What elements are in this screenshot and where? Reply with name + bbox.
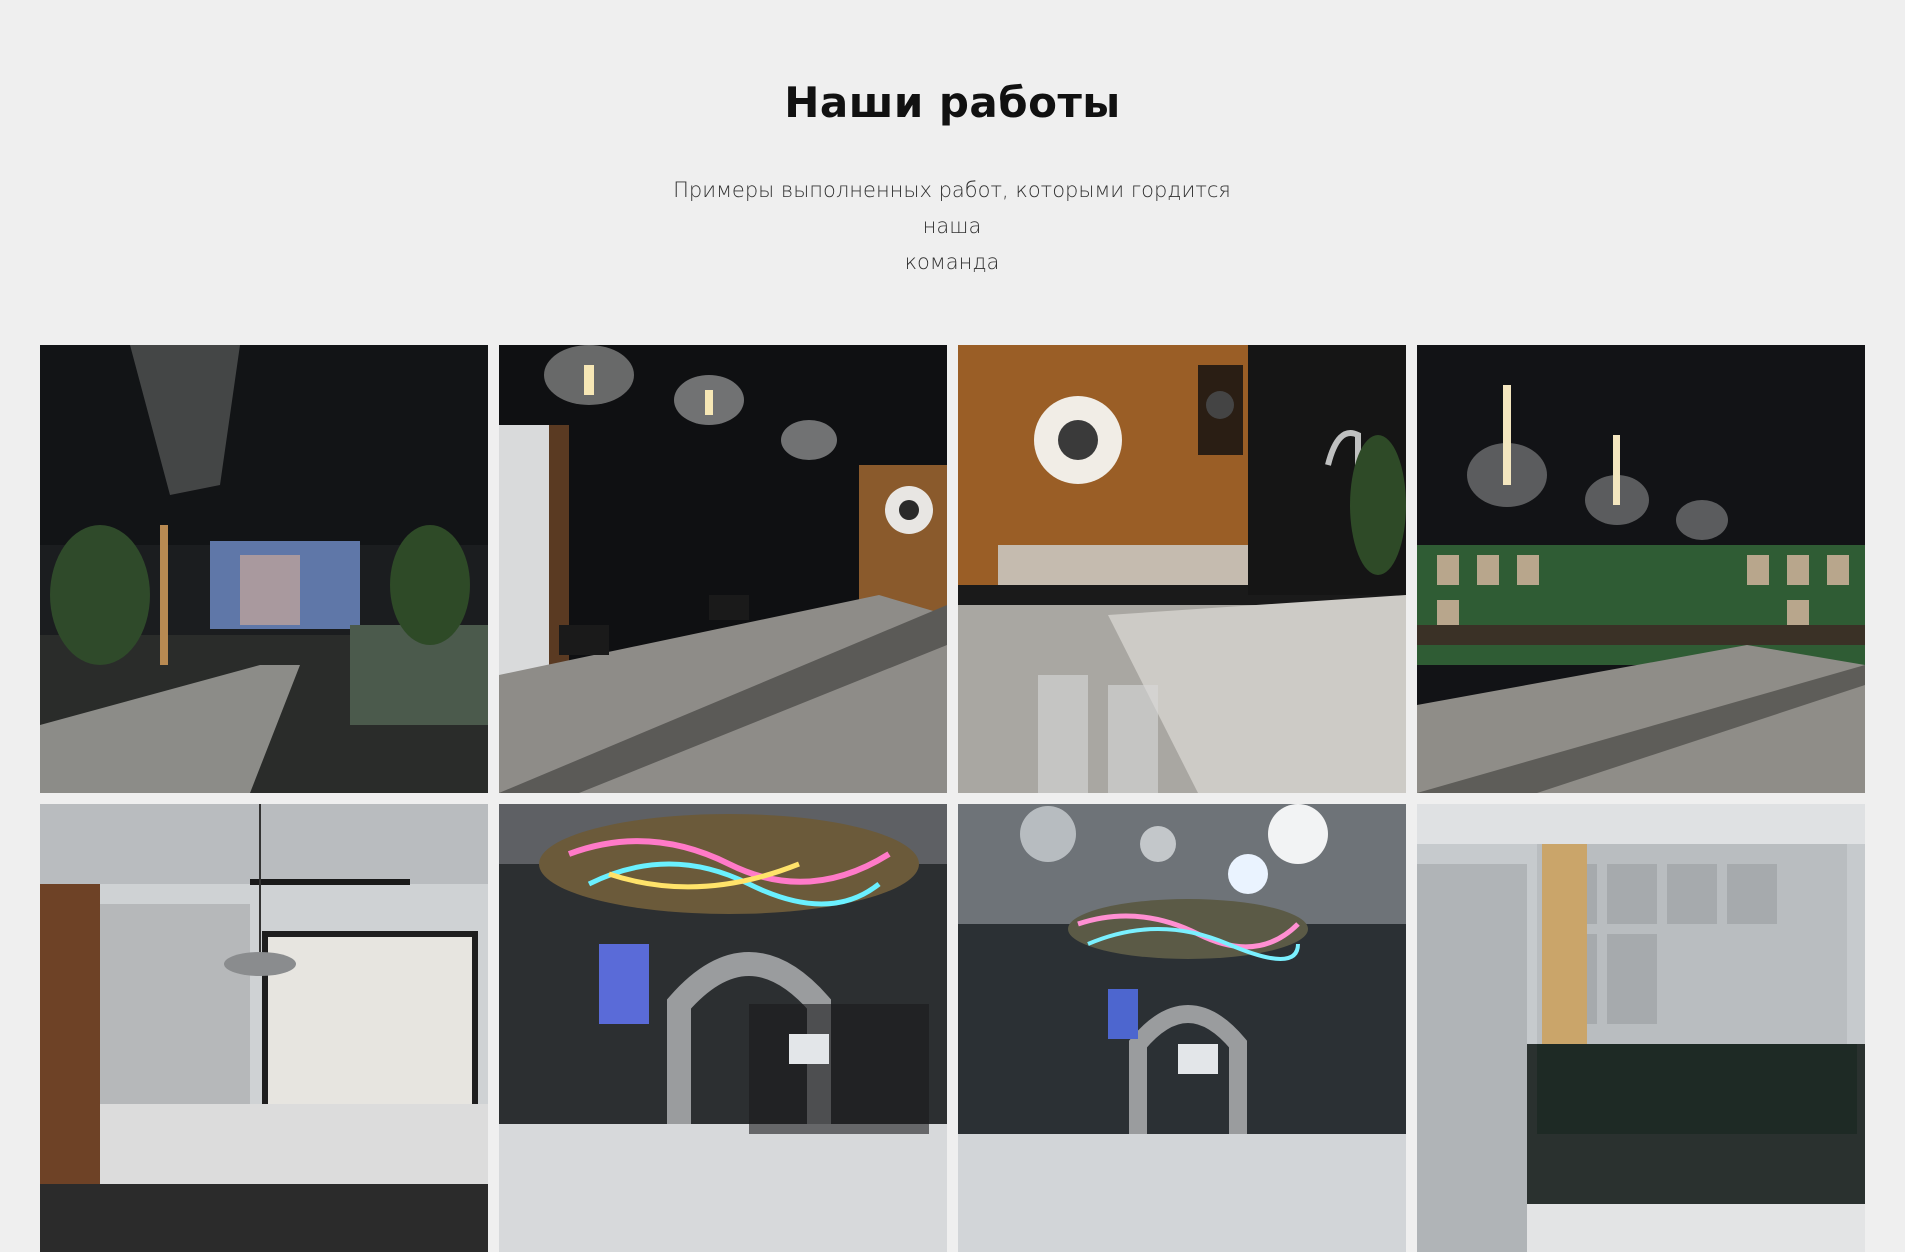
section-title: Наши работы — [784, 78, 1121, 127]
gallery-item-green-shelves[interactable] — [1417, 345, 1865, 793]
gallery-item-dark-tile-kitchen[interactable] — [1417, 804, 1865, 1252]
subtitle-line-1: Примеры выполненных работ, которыми горд… — [673, 178, 1231, 238]
gallery-item-bar-pendants[interactable] — [499, 345, 947, 793]
concrete-bar-photo — [958, 345, 1406, 793]
gallery-item-neon-cafe[interactable] — [499, 804, 947, 1252]
gallery-item-mirror-cafe[interactable] — [958, 804, 1406, 1252]
neon-cafe-photo — [499, 804, 947, 1252]
portfolio-gallery — [40, 345, 1865, 1252]
section-subtitle: Примеры выполненных работ, которыми горд… — [662, 172, 1242, 280]
dark-tile-kitchen-photo — [1417, 804, 1865, 1252]
kitchen-pendant-photo — [40, 804, 488, 1252]
mirror-cafe-photo — [958, 804, 1406, 1252]
bar-tv-photo — [40, 345, 488, 793]
green-shelves-photo — [1417, 345, 1865, 793]
gallery-item-kitchen-pendant[interactable] — [40, 804, 488, 1252]
bar-pendants-photo — [499, 345, 947, 793]
gallery-item-bar-tv[interactable] — [40, 345, 488, 793]
gallery-item-concrete-bar[interactable] — [958, 345, 1406, 793]
subtitle-line-2: команда — [904, 250, 1000, 274]
